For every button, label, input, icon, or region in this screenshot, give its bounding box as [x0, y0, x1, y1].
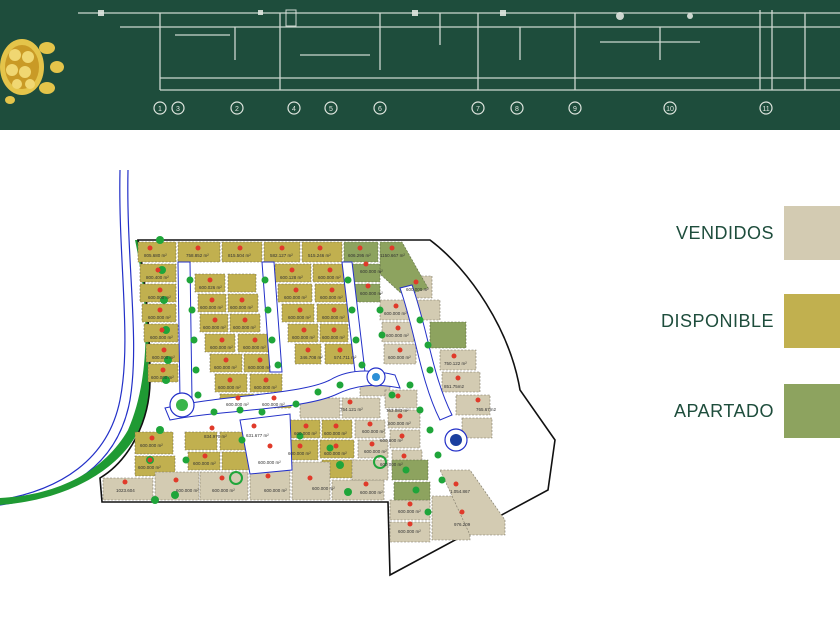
blueprint-strip: 1 3 2 4 5 6 7 8 9 10 11 [0, 0, 840, 130]
lot-area: 600.026 m² [199, 285, 222, 290]
axis-marker: 4 [292, 106, 296, 113]
lot-area: 600.000 m² [150, 335, 173, 340]
axis-marker: 8 [515, 106, 519, 113]
axis-marker: 2 [235, 106, 239, 113]
lot-area: 600.000 m² [254, 385, 277, 390]
lot-area: 600.000 m² [176, 488, 199, 493]
lot-area: 600.000 m² [243, 345, 266, 350]
lot-area: 600.000 m² [226, 402, 249, 407]
lot-area: 600.000 m² [151, 375, 174, 380]
legend-swatch-disponible [784, 294, 840, 348]
lot-area: 976.209 [454, 522, 471, 527]
lot-area: 600.000 m² [233, 325, 256, 330]
lot-area: 600.000 m² [364, 449, 387, 454]
lot-area: 631.677 m² [246, 433, 269, 438]
lot-area: 600.000 m² [288, 451, 311, 456]
lot-area: 600.000 m² [388, 355, 411, 360]
axis-marker: 6 [378, 106, 382, 113]
lot-area: 600.000 m² [148, 295, 171, 300]
lot-area: 600.000 m² [380, 438, 403, 443]
lot-area: 600.000 m² [148, 315, 171, 320]
legend-label: APARTADO [673, 400, 774, 421]
legend-swatch-vendidos [784, 206, 840, 260]
axis-marker: 7 [476, 106, 480, 113]
legend-swatch-apartado [784, 384, 840, 438]
lot-area: 600.000 m² [288, 315, 311, 320]
header-banner: 1 3 2 4 5 6 7 8 9 10 11 [0, 0, 840, 130]
axis-marker: 10 [666, 106, 674, 113]
lot-area: 515.246 m² [308, 253, 331, 258]
lot-area: 600.000 m² [320, 295, 343, 300]
lot-area: 600.000 m² [398, 529, 421, 534]
lot-area: 600.000 m² [398, 509, 421, 514]
lot-area: 600.000 m² [212, 488, 235, 493]
lot-area: 600.000 m² [388, 421, 411, 426]
lot-area: 600.128 m² [280, 275, 303, 280]
lot-area: 600.000 m² [386, 333, 409, 338]
lot-area: 1.054.867 [450, 489, 471, 494]
lot-area: 600.000 m² [248, 365, 271, 370]
lot-area: 346.708 m² [300, 355, 323, 360]
axis-marker: 3 [176, 106, 180, 113]
lot-area: 600.000 m² [292, 335, 315, 340]
lot-area: 600.000 m² [322, 335, 345, 340]
lot-area: 1023.604 [116, 488, 135, 493]
lot-area: 600.000 m² [324, 451, 347, 456]
lot-area: 600.000 m² [210, 345, 233, 350]
lot-area: 600.000 m² [140, 443, 163, 448]
legend-item-apartado: APARTADO [674, 384, 840, 438]
lot-area: 805.680 m² [144, 253, 167, 258]
lot-area: 600.000 m² [322, 315, 345, 320]
lot-area: 764.121 m² [340, 407, 363, 412]
lot-area: 600.000 m² [258, 460, 281, 465]
lot-area: 600.000 m² [218, 385, 241, 390]
lot-area: 600.000 m² [262, 402, 285, 407]
subdivision-map: 805.680 m² 758.852 m² 815.504 m² 582.127… [0, 169, 556, 577]
lot-area: 600.000 m² [362, 429, 385, 434]
lot-area: 600.000 m² [230, 305, 253, 310]
lot-area: 600.000 m² [312, 486, 335, 491]
lot-area: 600.000 m² [294, 431, 317, 436]
axis-marker: 9 [573, 106, 577, 113]
lot-area: 574.711 m² [334, 355, 357, 360]
lot-area: 600.000 m² [200, 305, 223, 310]
lot-area: 765.67m2 [476, 407, 497, 412]
lot-area: 600.000 m² [360, 269, 383, 274]
lot-area: 600.000 m² [406, 287, 429, 292]
lot-area: 600.000 m² [138, 465, 161, 470]
lot-area: 600.000 m² [360, 490, 383, 495]
lot-area: 606.295 m² [348, 253, 371, 258]
lot-area: 763.083 m² [386, 408, 409, 413]
lot-area: 600.000 m² [384, 311, 407, 316]
lot-area: 600.000 m² [152, 355, 175, 360]
lot-area: 600.000 m² [193, 461, 216, 466]
axis-marker: 11 [762, 106, 769, 113]
lot-area: 600.000 m² [360, 291, 383, 296]
lot-area: 600.000 m² [380, 462, 403, 467]
lot-area: 815.504 m² [228, 253, 251, 258]
axis-marker: 5 [329, 106, 333, 113]
lot-area: 600.000 m² [318, 275, 341, 280]
lot-area: 834.970 m² [204, 434, 227, 439]
lot-area: 600.000 m² [214, 365, 237, 370]
lot-area: 1150.667 m² [380, 253, 405, 258]
lot-area: 758.852 m² [186, 253, 209, 258]
lot-area: 582.127 m² [270, 253, 293, 258]
lot-area: 750.122 m² [444, 361, 467, 366]
lot-area: 800.400 m² [146, 275, 169, 280]
lot-area: 851.75m2 [444, 384, 465, 389]
legend-label: DISPONIBLE [660, 310, 774, 331]
legend-label: VENDIDOS [675, 222, 774, 243]
legend-item-disponible: DISPONIBLE [661, 294, 840, 348]
legend-item-vendidos: VENDIDOS [676, 206, 840, 260]
lot-area: 600.000 m² [264, 488, 287, 493]
lot-area: 600.000 m² [284, 295, 307, 300]
axis-marker: 1 [158, 106, 162, 113]
lot-area: 600.000 m² [203, 325, 226, 330]
lot-area: 600.000 m² [324, 431, 347, 436]
